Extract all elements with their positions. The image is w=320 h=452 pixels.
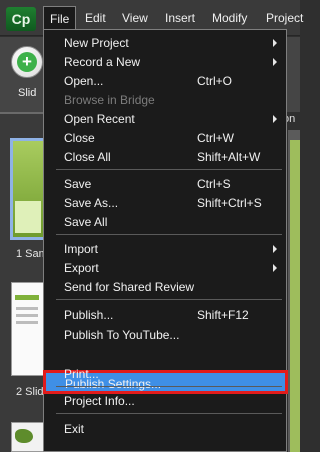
menu-item-project-info[interactable]: Project Info... <box>44 391 286 411</box>
submenu-arrow-icon <box>273 245 277 253</box>
menu-item-shortcut: Ctrl+W <box>197 131 234 145</box>
slide-thumbnail-2-bullet <box>16 321 38 324</box>
slide-thumbnail-1-content <box>15 201 41 233</box>
menu-insert[interactable]: Insert <box>165 11 195 25</box>
menu-item-shortcut: Shift+Ctrl+S <box>197 196 262 210</box>
menu-item-label: Import <box>64 242 99 256</box>
slide-thumbnail-2-bullet <box>16 314 38 317</box>
menu-separator <box>56 234 282 235</box>
new-slide-button[interactable]: + <box>11 46 43 78</box>
menu-item-label: Save <box>64 177 92 191</box>
menu-item-shortcut: Shift+Alt+W <box>197 150 261 164</box>
menu-item-import[interactable]: Import <box>44 239 286 259</box>
menu-item-label: Project Info... <box>64 394 135 408</box>
app-logo: Cp <box>6 7 36 31</box>
submenu-arrow-icon <box>273 264 277 272</box>
menu-item-close-all[interactable]: Close All Shift+Alt+W <box>44 147 286 167</box>
menu-edit[interactable]: Edit <box>85 11 106 25</box>
menu-item-label: Publish... <box>64 308 114 322</box>
menu-item-open-recent[interactable]: Open Recent <box>44 109 286 129</box>
menu-item-label: Exit <box>64 422 85 436</box>
menu-item-label: Export <box>64 261 99 275</box>
menu-project[interactable]: Project <box>266 11 303 25</box>
menu-item-new-project[interactable]: New Project <box>44 33 286 53</box>
menu-item-label: Record a New <box>64 55 141 69</box>
slide-thumbnail-3-image <box>15 429 33 443</box>
stage-slide <box>290 140 300 452</box>
menu-separator <box>56 299 282 300</box>
submenu-arrow-icon <box>273 115 277 123</box>
menu-item-exit[interactable]: Exit <box>44 419 286 439</box>
menu-view[interactable]: View <box>122 11 148 25</box>
menu-item-export[interactable]: Export <box>44 258 286 278</box>
menu-item-send-shared-review[interactable]: Send for Shared Review <box>44 277 286 297</box>
menu-item-shortcut: Ctrl+O <box>197 74 233 88</box>
slide-thumbnail-1[interactable] <box>10 138 46 240</box>
menu-item-label: Print... <box>64 367 99 381</box>
slide-thumbnail-3[interactable] <box>11 422 45 452</box>
slide-thumbnail-2-bullet <box>16 307 38 310</box>
menu-item-label: Close <box>64 131 95 145</box>
menu-separator <box>56 413 282 414</box>
menu-item-label: Save As... <box>64 196 119 210</box>
menu-item-save-as[interactable]: Save As... Shift+Ctrl+S <box>44 193 286 213</box>
plus-circle-icon: + <box>17 52 37 72</box>
submenu-arrow-icon <box>273 58 277 66</box>
slide-thumbnail-2[interactable] <box>11 282 45 376</box>
submenu-arrow-icon <box>273 39 277 47</box>
menu-item-label: Send for Shared Review <box>64 280 195 294</box>
menu-separator <box>56 169 282 170</box>
menu-item-shortcut: Shift+F12 <box>197 308 249 322</box>
slide-thumbnail-2-title <box>15 295 39 300</box>
menu-item-save-all[interactable]: Save All <box>44 212 286 232</box>
menu-item-close[interactable]: Close Ctrl+W <box>44 128 286 148</box>
menu-item-label: Save All <box>64 215 108 229</box>
menu-item-label: New Project <box>64 36 129 50</box>
menu-item-label: Open Recent <box>64 112 135 126</box>
menu-item-browse-bridge: Browse in Bridge <box>44 90 286 110</box>
menu-item-print[interactable]: Print... <box>44 364 286 384</box>
menu-item-label: Open... <box>64 74 104 88</box>
slide-button-label: Slid <box>18 87 37 99</box>
menu-item-label: Close All <box>64 150 111 164</box>
menu-item-label: Publish To YouTube... <box>64 328 180 342</box>
menu-separator <box>56 386 282 387</box>
menu-item-label: Browse in Bridge <box>64 93 155 107</box>
menu-item-publish-youtube[interactable]: Publish To YouTube... <box>44 325 286 345</box>
file-menu-dropdown: New Project Record a New Open... Ctrl+O … <box>43 29 288 452</box>
menu-item-record-new[interactable]: Record a New <box>44 52 286 72</box>
menu-item-publish[interactable]: Publish... Shift+F12 <box>44 305 286 325</box>
menu-item-save[interactable]: Save Ctrl+S <box>44 174 286 194</box>
menu-modify[interactable]: Modify <box>212 11 247 25</box>
menu-item-open[interactable]: Open... Ctrl+O <box>44 71 286 91</box>
menu-item-shortcut: Ctrl+S <box>197 177 231 191</box>
